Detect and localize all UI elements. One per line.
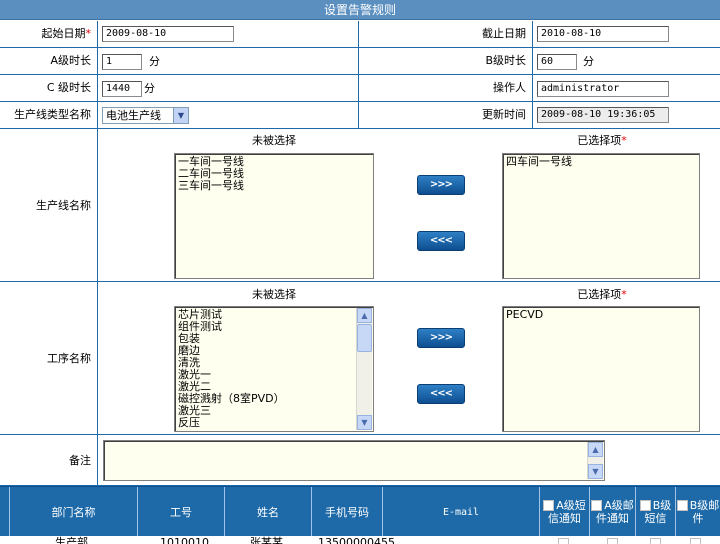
row-c-duration: C 级时长 1440 分 操作人 administrator [0, 75, 720, 102]
start-date-label-text: 起始日期 [41, 27, 86, 40]
row-dates: 起始日期* 2009-08-10 截止日期 2010-08-10 [0, 21, 720, 48]
production-line-selected-header-wrap: 已选择项* [502, 134, 702, 148]
col-email: E-mail [383, 487, 540, 537]
row-line-type: 生产线类型名称 电池生产线 ▼ 更新时间 2009-08-10 19:36:05 [0, 102, 720, 129]
chevron-down-icon[interactable]: ▼ [173, 108, 188, 123]
scroll-up-icon[interactable]: ▲ [357, 308, 372, 323]
list-item[interactable]: 组件测试 [178, 321, 353, 333]
process-list-scrollbar[interactable]: ▲ ▼ [356, 308, 372, 430]
a-duration-label: A级时长 [50, 54, 91, 67]
row-process: 工序名称 未被选择 已选择项* 芯片测试 组件测试 包装 磨边 清洗 激光一 激… [0, 282, 720, 435]
process-label: 工序名称 [47, 352, 91, 365]
line-type-select-value: 电池生产线 [106, 109, 161, 122]
c-duration-label: C 级时长 [46, 81, 91, 94]
col-name: 姓名 [225, 487, 312, 537]
list-item[interactable]: 磨边 [178, 345, 353, 357]
page-title: 设置告警规则 [0, 0, 720, 20]
line-type-label: 生产线类型名称 [14, 108, 91, 121]
scroll-thumb[interactable] [357, 324, 372, 352]
col-b-mail-label: B级邮件 [689, 499, 720, 525]
col-id: 工号 [138, 487, 225, 537]
production-line-selected-list[interactable]: 四车间一号线 [502, 153, 700, 279]
start-date-input[interactable]: 2009-08-10 [102, 26, 234, 42]
col-phone: 手机号码 [312, 487, 383, 537]
row-name: 张某某 [250, 536, 283, 544]
col-b-mail: B级邮件 [676, 487, 720, 537]
col-blank [0, 487, 10, 537]
row-remark: 备注 ▲ ▼ [0, 435, 720, 486]
row-a-sms-checkbox[interactable] [558, 538, 569, 544]
a-duration-input[interactable]: 1 [102, 54, 142, 70]
production-line-selected-header: 已选择项 [577, 134, 622, 147]
required-mark: * [85, 27, 92, 40]
col-a-sms: A级短信通知 [540, 487, 590, 537]
scroll-up-icon[interactable]: ▲ [588, 442, 603, 457]
update-time-input: 2009-08-10 19:36:05 [537, 107, 669, 123]
b-sms-all-checkbox[interactable] [639, 500, 651, 511]
add-production-line-button[interactable]: >>> [417, 175, 465, 195]
row-a-mail-checkbox[interactable] [607, 538, 618, 544]
process-selected-header: 已选择项 [577, 288, 622, 301]
scroll-down-icon[interactable]: ▼ [357, 415, 372, 430]
b-mail-all-checkbox[interactable] [676, 500, 688, 511]
row-id: 1010010 [160, 536, 209, 544]
a-sms-all-checkbox[interactable] [543, 500, 555, 511]
required-mark: * [621, 288, 627, 301]
production-line-unselected-header: 未被选择 [252, 134, 296, 147]
row-b-mail-checkbox[interactable] [690, 538, 701, 544]
row-phone: 13500000455 [318, 536, 395, 544]
row-b-sms-checkbox[interactable] [650, 538, 661, 544]
process-unselected-list[interactable]: 芯片测试 组件测试 包装 磨边 清洗 激光一 激光二 磁控溅射（8室PVD） 激… [174, 306, 374, 432]
add-process-button[interactable]: >>> [417, 328, 465, 348]
list-item[interactable]: 包装 [178, 333, 353, 345]
list-item[interactable]: 三车间一号线 [178, 180, 370, 192]
line-type-select[interactable]: 电池生产线 ▼ [102, 107, 189, 124]
col-a-mail: A级邮件通知 [590, 487, 636, 537]
operator-input[interactable]: administrator [537, 81, 669, 97]
col-dept: 部门名称 [10, 487, 138, 537]
remark-textarea[interactable]: ▲ ▼ [103, 440, 605, 481]
b-duration-label: B级时长 [485, 54, 526, 67]
list-item[interactable]: 反压 [178, 417, 353, 429]
end-date-label: 截止日期 [482, 27, 526, 40]
end-date-input[interactable]: 2010-08-10 [537, 26, 669, 42]
c-duration-unit: 分 [144, 82, 155, 95]
production-line-unselected-list[interactable]: 一车间一号线 二车间一号线 三车间一号线 [174, 153, 374, 279]
list-item[interactable]: 激光三 [178, 405, 353, 417]
operator-label: 操作人 [493, 81, 526, 94]
c-duration-input[interactable]: 1440 [102, 81, 142, 97]
list-item[interactable]: PECVD [506, 309, 696, 321]
required-mark: * [621, 134, 627, 147]
production-line-label: 生产线名称 [36, 199, 91, 212]
b-duration-input[interactable]: 60 [537, 54, 577, 70]
list-item[interactable]: 四车间一号线 [506, 156, 696, 168]
remove-production-line-button[interactable]: <<< [417, 231, 465, 251]
recipient-table-header: 部门名称 工号 姓名 手机号码 E-mail A级短信通知 A级邮件通知 B级短… [0, 486, 720, 537]
b-duration-unit: 分 [583, 55, 594, 68]
remark-label: 备注 [69, 454, 91, 467]
process-selected-header-wrap: 已选择项* [502, 288, 702, 302]
remark-scrollbar[interactable]: ▲ ▼ [587, 442, 603, 479]
process-selected-list[interactable]: PECVD [502, 306, 700, 432]
a-mail-all-checkbox[interactable] [591, 500, 603, 511]
table-row[interactable]: 生产部 1010010 张某某 13500000455 [0, 536, 720, 544]
a-duration-unit: 分 [149, 55, 160, 68]
remove-process-button[interactable]: <<< [417, 384, 465, 404]
col-b-sms: B级短信 [636, 487, 676, 537]
row-ab-duration: A级时长 1 分 B级时长 60 分 [0, 48, 720, 75]
start-date-label: 起始日期* [0, 21, 97, 47]
process-unselected-header: 未被选择 [252, 288, 296, 301]
row-dept: 生产部 [55, 536, 88, 544]
update-time-label: 更新时间 [482, 108, 526, 121]
scroll-down-icon[interactable]: ▼ [588, 464, 603, 479]
row-production-line: 生产线名称 未被选择 已选择项* 一车间一号线 二车间一号线 三车间一号线 >>… [0, 129, 720, 282]
